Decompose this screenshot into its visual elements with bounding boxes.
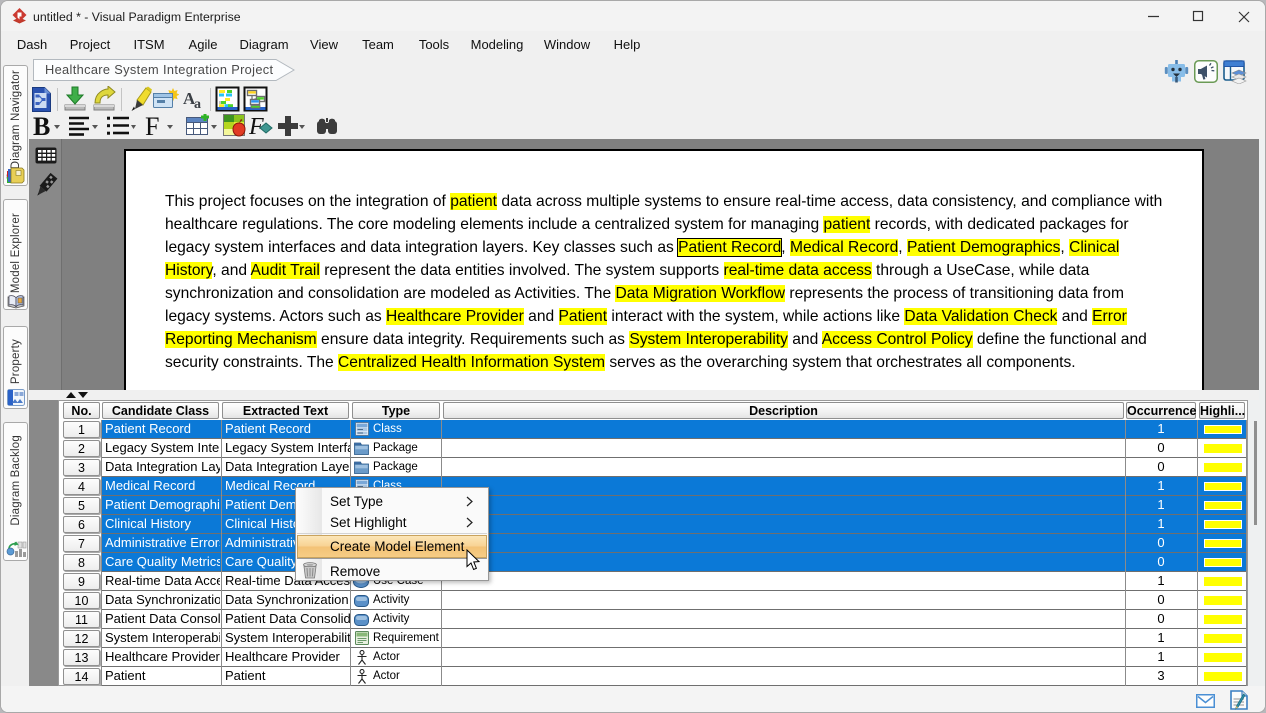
svg-text:F: F [145, 114, 159, 139]
svg-text:a: a [194, 97, 201, 111]
svg-text:B: B [33, 114, 50, 139]
